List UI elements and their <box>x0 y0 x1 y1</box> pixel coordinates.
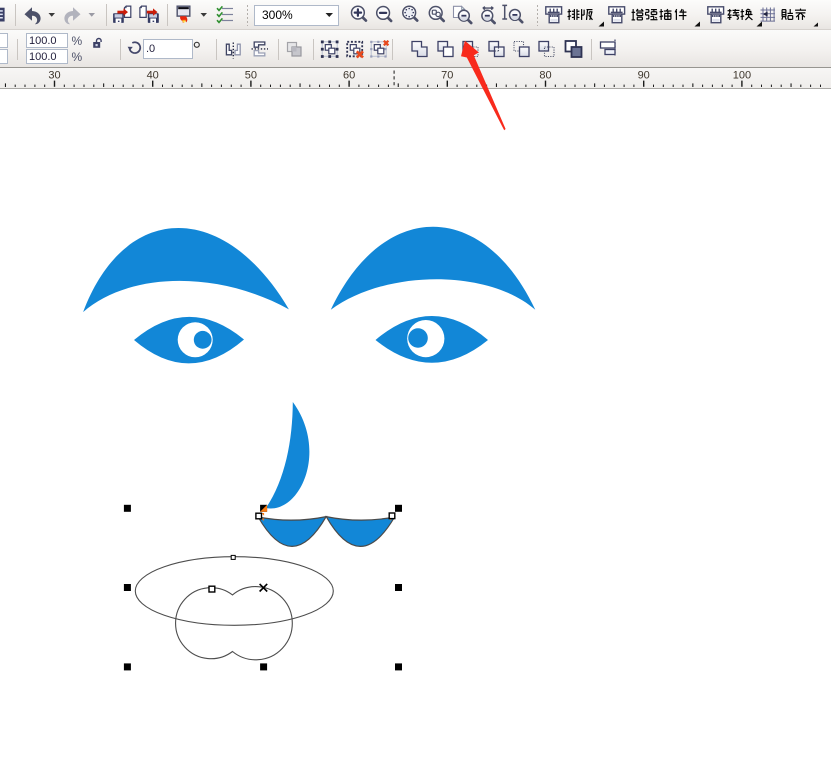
svg-text:40: 40 <box>147 70 159 82</box>
svg-text:90: 90 <box>638 70 650 82</box>
svg-text:50: 50 <box>245 70 257 82</box>
svg-text:60: 60 <box>343 70 355 82</box>
svg-text:100: 100 <box>733 70 751 82</box>
svg-text:80: 80 <box>539 70 551 82</box>
svg-text:70: 70 <box>441 70 453 82</box>
svg-text:30: 30 <box>48 70 60 82</box>
